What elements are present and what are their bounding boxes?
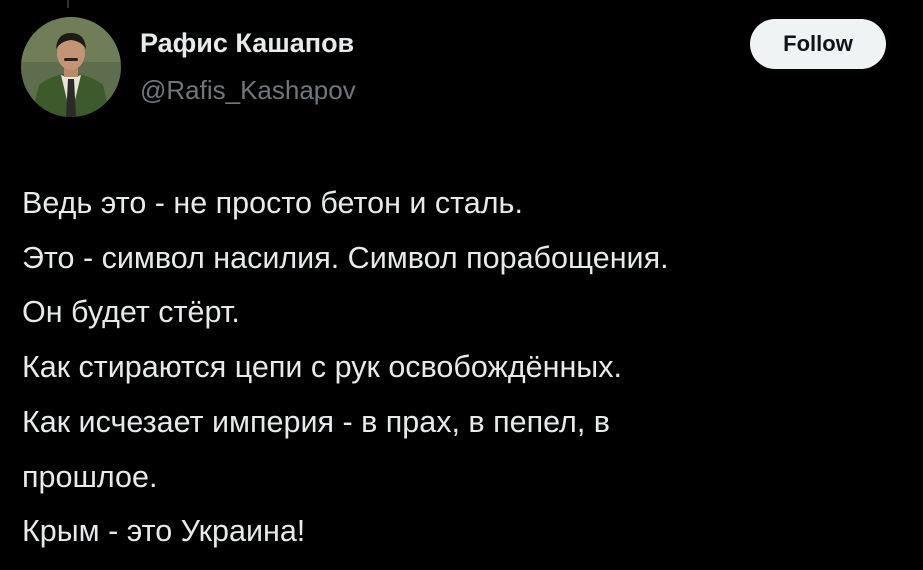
profile-photo-icon [21,17,121,117]
avatar[interactable] [21,17,121,117]
author-handle[interactable]: @Rafis_Kashapov [140,75,356,106]
tweet-line: Как стираются цепи с рук освобождённых. [22,350,622,385]
tweet-line: Он будет стёрт. [22,295,240,330]
tweet-line: Как исчезает империя - в прах, в пепел, … [22,404,611,439]
tweet-line: Это - символ насилия. Символ порабощения… [22,240,669,275]
tweet-line: Ведь это - не просто бетон и сталь. [22,186,523,220]
author-display-name[interactable]: Рафис Кашапов [140,28,354,59]
tweet-line: прошлое. [22,459,158,494]
follow-button[interactable]: Follow [750,19,886,69]
tweet-text: Ведь это - не просто бетон и сталь. Это … [22,176,902,559]
thread-connector-line [67,0,69,8]
tweet-line: Крым - это Украина! [22,514,306,549]
